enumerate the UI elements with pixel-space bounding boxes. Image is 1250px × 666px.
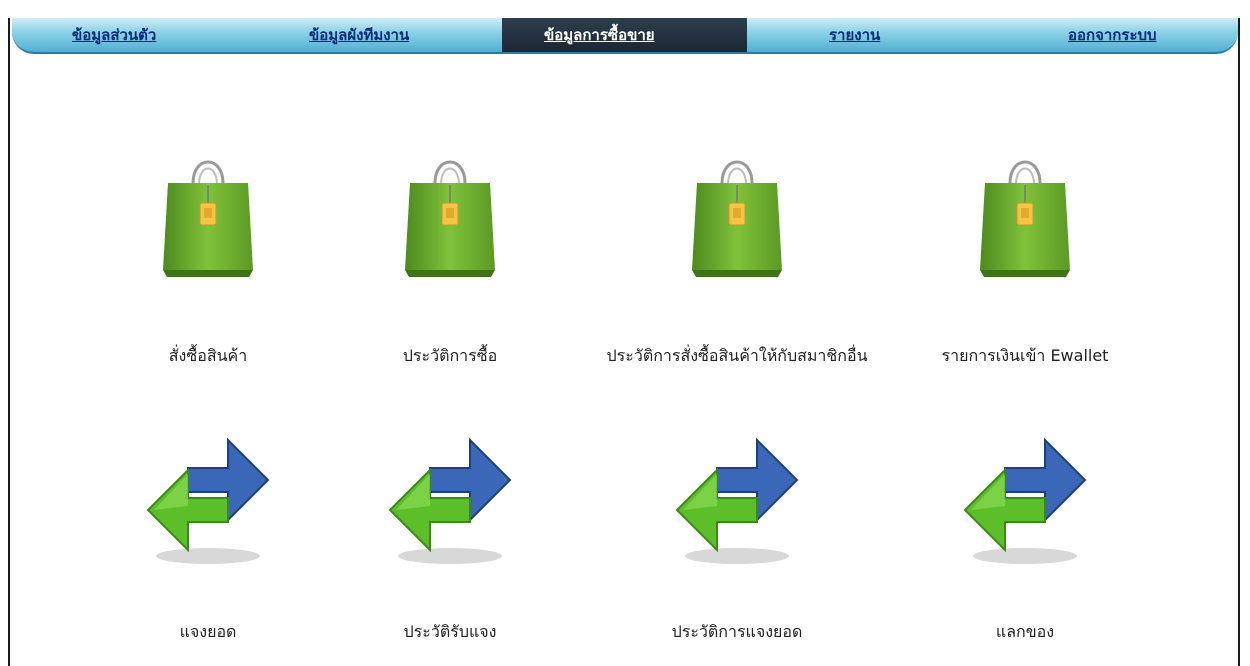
tile-label: ประวัติการสั่งซื้อสินค้าให้กับสมาชิกอื่น	[606, 346, 868, 365]
tile-ewallet-income[interactable]: รายการเงินเข้า Ewallet	[905, 155, 1145, 375]
exchange-arrows-icon	[146, 437, 270, 564]
shopping-bag-icon	[980, 160, 1070, 277]
menu-grid: สั่งซื้อสินค้า ประวัติการซื้อ ประวัติการ…	[0, 0, 1250, 666]
tile-declare-sales[interactable]: แจงยอด	[88, 428, 328, 648]
tile-received-declarations[interactable]: ประวัติรับแจง	[330, 428, 570, 648]
tile-order-products[interactable]: สั่งซื้อสินค้า	[88, 155, 328, 375]
exchange-arrows-icon	[675, 437, 799, 564]
tile-member-order-history[interactable]: ประวัติการสั่งซื้อสินค้าให้กับสมาชิกอื่น	[606, 155, 868, 375]
shopping-bag-icon	[692, 160, 782, 277]
tile-declaration-history[interactable]: ประวัติการแจงยอด	[617, 428, 857, 648]
tile-label: รายการเงินเข้า Ewallet	[941, 346, 1109, 365]
exchange-arrows-icon	[963, 437, 1087, 564]
exchange-arrows-icon	[388, 437, 512, 564]
tile-label: แจงยอด	[179, 622, 237, 641]
tile-purchase-history[interactable]: ประวัติการซื้อ	[330, 155, 570, 375]
tile-label: ประวัติรับแจง	[403, 622, 497, 641]
tile-label: ประวัติการซื้อ	[402, 346, 498, 365]
shopping-bag-icon	[163, 160, 253, 277]
tile-redeem[interactable]: แลกของ	[905, 428, 1145, 648]
tile-label: สั่งซื้อสินค้า	[168, 346, 248, 365]
shopping-bag-icon	[405, 160, 495, 277]
tile-label: แลกของ	[995, 622, 1055, 641]
tile-label: ประวัติการแจงยอด	[671, 622, 803, 641]
